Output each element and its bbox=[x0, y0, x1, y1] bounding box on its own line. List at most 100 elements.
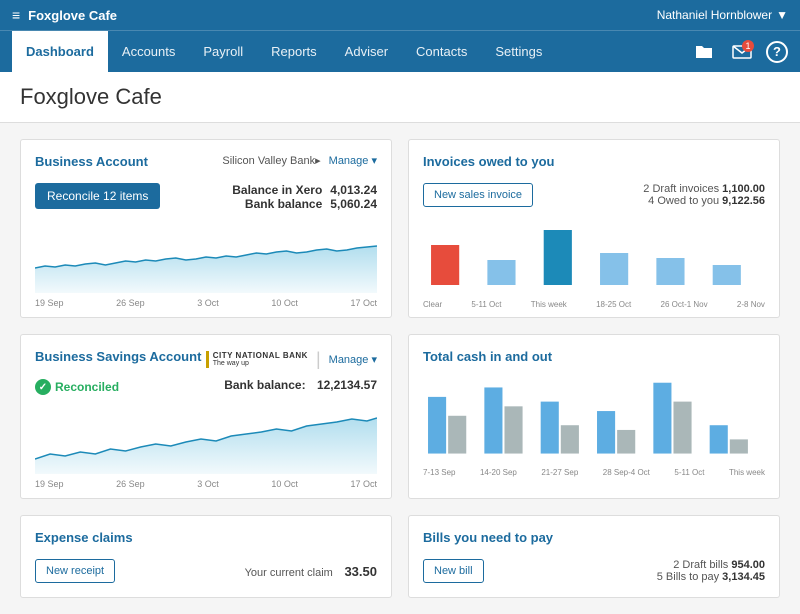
draft-invoices-amount: 1,100.00 bbox=[722, 183, 765, 195]
savings-balance-info: Bank balance: 12,2134.57 bbox=[216, 378, 377, 392]
cash-label-3: 21-27 Sep bbox=[541, 468, 578, 477]
bills-to-pay-label: 5 Bills to pay bbox=[657, 571, 719, 583]
chart-label-4: 10 Oct bbox=[271, 298, 298, 308]
bills-header: Bills you need to pay bbox=[423, 530, 765, 551]
savings-bank-balance-label: Bank balance: bbox=[224, 378, 305, 392]
folder-icon bbox=[694, 44, 714, 60]
expense-claims-card: Expense claims New receipt Your current … bbox=[20, 515, 392, 598]
nav-icons: 1 ? bbox=[690, 38, 788, 66]
cash-label-1: 7-13 Sep bbox=[423, 468, 455, 477]
reconcile-button[interactable]: Reconcile 12 items bbox=[35, 183, 160, 209]
nav-item-payroll[interactable]: Payroll bbox=[189, 31, 257, 72]
nav-item-adviser[interactable]: Adviser bbox=[331, 31, 402, 72]
mail-icon-btn[interactable]: 1 bbox=[728, 38, 756, 66]
page-title-bar: Foxglove Cafe bbox=[0, 72, 800, 123]
draft-bills-amount: 954.00 bbox=[731, 559, 765, 571]
nav-item-settings[interactable]: Settings bbox=[481, 31, 556, 72]
sav-label-2: 26 Sep bbox=[116, 479, 145, 489]
bank-balance-label: Bank balance bbox=[245, 197, 322, 211]
city-national-bank-logo: CITY NATIONAL BANK The way up bbox=[206, 351, 308, 369]
savings-account-title: Business Savings Account bbox=[35, 349, 201, 364]
help-icon: ? bbox=[773, 44, 781, 59]
help-icon-btn[interactable]: ? bbox=[766, 41, 788, 63]
owed-to-you-label: 4 Owed to you bbox=[648, 195, 719, 207]
balance-in-xero-label: Balance in Xero bbox=[232, 183, 322, 197]
total-cash-card: Total cash in and out 7-13 Sep bbox=[408, 334, 780, 499]
top-bar-left: ≡ Foxglove Cafe bbox=[12, 7, 117, 23]
balance-in-xero-value: 4,013.24 bbox=[330, 183, 377, 197]
savings-chart: 19 Sep 26 Sep 3 Oct 10 Oct 17 Oct bbox=[35, 404, 377, 484]
new-receipt-button[interactable]: New receipt bbox=[35, 559, 115, 583]
sav-label-3: 3 Oct bbox=[197, 479, 219, 489]
sav-label-5: 17 Oct bbox=[350, 479, 377, 489]
nav-links: Dashboard Accounts Payroll Reports Advis… bbox=[12, 31, 556, 72]
business-balance-info: Balance in Xero 4,013.24 Bank balance 5,06… bbox=[224, 183, 377, 211]
draft-bills-label: 2 Draft bills bbox=[673, 559, 728, 571]
business-account-bank: Silicon Valley Bank▸ bbox=[222, 154, 320, 167]
bills-draft-info: 2 Draft bills 954.00 5 Bills to pay 3,13… bbox=[657, 559, 765, 583]
savings-account-header: Business Savings Account CITY NATIONAL B… bbox=[35, 349, 377, 370]
total-cash-chart: 7-13 Sep 14-20 Sep 21-27 Sep 28 Sep-4 Oc… bbox=[423, 378, 765, 473]
business-account-title: Business Account bbox=[35, 154, 148, 169]
invoices-chart: Clear 5-11 Oct This week 18-25 Oct 26 Oc… bbox=[423, 215, 765, 295]
user-name: Nathaniel Hornblower bbox=[657, 8, 772, 22]
expense-claims-title: Expense claims bbox=[35, 530, 133, 545]
bills-card: Bills you need to pay New bill 2 Draft b… bbox=[408, 515, 780, 598]
cash-label-6: This week bbox=[729, 468, 765, 477]
cash-label-4: 28 Sep-4 Oct bbox=[603, 468, 650, 477]
reconciled-status: ✓ Reconciled bbox=[35, 379, 119, 395]
chart-label-1: 19 Sep bbox=[35, 298, 64, 308]
invoices-owed-title: Invoices owed to you bbox=[423, 154, 554, 169]
inv-label-3: This week bbox=[531, 300, 567, 309]
nav-item-contacts[interactable]: Contacts bbox=[402, 31, 481, 72]
current-claim-label: Your current claim bbox=[245, 567, 333, 579]
invoices-owed-card: Invoices owed to you New sales invoice 2… bbox=[408, 139, 780, 318]
page-title: Foxglove Cafe bbox=[20, 84, 780, 110]
cash-label-2: 14-20 Sep bbox=[480, 468, 517, 477]
owed-to-you-amount: 9,122.56 bbox=[722, 195, 765, 207]
total-cash-title: Total cash in and out bbox=[423, 349, 552, 364]
cash-label-5: 5-11 Oct bbox=[674, 468, 704, 477]
user-dropdown-arrow[interactable]: ▼ bbox=[776, 8, 788, 22]
top-bar-right: Nathaniel Hornblower ▼ bbox=[657, 8, 788, 22]
business-account-header: Business Account Silicon Valley Bank▸ Ma… bbox=[35, 154, 377, 175]
manage-link-business[interactable]: Manage ▾ bbox=[329, 154, 377, 167]
sav-label-1: 19 Sep bbox=[35, 479, 64, 489]
sav-label-4: 10 Oct bbox=[271, 479, 298, 489]
app-title: Foxglove Cafe bbox=[28, 8, 117, 23]
invoices-draft-info: 2 Draft invoices 1,100.00 4 Owed to you … bbox=[643, 183, 765, 207]
invoices-owed-header: Invoices owed to you bbox=[423, 154, 765, 175]
check-circle-icon: ✓ bbox=[35, 379, 51, 395]
expense-claims-header: Expense claims bbox=[35, 530, 377, 551]
chart-label-3: 3 Oct bbox=[197, 298, 219, 308]
main-content: Business Account Silicon Valley Bank▸ Ma… bbox=[0, 123, 800, 614]
current-claim-value: 33.50 bbox=[344, 564, 377, 579]
hamburger-icon[interactable]: ≡ bbox=[12, 7, 20, 23]
bills-title: Bills you need to pay bbox=[423, 530, 553, 545]
manage-link-savings[interactable]: Manage ▾ bbox=[329, 353, 377, 366]
new-sales-invoice-button[interactable]: New sales invoice bbox=[423, 183, 533, 207]
current-claim-info: Your current claim 33.50 bbox=[245, 564, 377, 579]
chart-label-2: 26 Sep bbox=[116, 298, 145, 308]
savings-account-card: Business Savings Account CITY NATIONAL B… bbox=[20, 334, 392, 499]
total-cash-header: Total cash in and out bbox=[423, 349, 765, 370]
nav-item-dashboard[interactable]: Dashboard bbox=[12, 31, 108, 72]
business-account-header-right: Silicon Valley Bank▸ Manage ▾ bbox=[222, 154, 377, 167]
inv-label-1: Clear bbox=[423, 300, 442, 309]
business-chart-labels: 19 Sep 26 Sep 3 Oct 10 Oct 17 Oct bbox=[35, 298, 377, 308]
nav-bar: Dashboard Accounts Payroll Reports Advis… bbox=[0, 30, 800, 72]
inv-label-5: 26 Oct-1 Nov bbox=[661, 300, 708, 309]
nav-item-reports[interactable]: Reports bbox=[257, 31, 331, 72]
nav-item-accounts[interactable]: Accounts bbox=[108, 31, 189, 72]
savings-header-right: CITY NATIONAL BANK The way up | Manage ▾ bbox=[206, 349, 377, 370]
new-bill-button[interactable]: New bill bbox=[423, 559, 484, 583]
cash-chart-labels: 7-13 Sep 14-20 Sep 21-27 Sep 28 Sep-4 Oc… bbox=[423, 468, 765, 477]
folder-icon-btn[interactable] bbox=[690, 38, 718, 66]
savings-chart-labels: 19 Sep 26 Sep 3 Oct 10 Oct 17 Oct bbox=[35, 479, 377, 489]
inv-label-4: 18-25 Oct bbox=[596, 300, 631, 309]
bank-balance-value: 5,060.24 bbox=[330, 197, 377, 211]
top-bar: ≡ Foxglove Cafe Nathaniel Hornblower ▼ bbox=[0, 0, 800, 30]
draft-invoices-label: 2 Draft invoices bbox=[643, 183, 719, 195]
business-account-chart: 19 Sep 26 Sep 3 Oct 10 Oct 17 Oct bbox=[35, 223, 377, 303]
invoices-chart-labels: Clear 5-11 Oct This week 18-25 Oct 26 Oc… bbox=[423, 300, 765, 309]
